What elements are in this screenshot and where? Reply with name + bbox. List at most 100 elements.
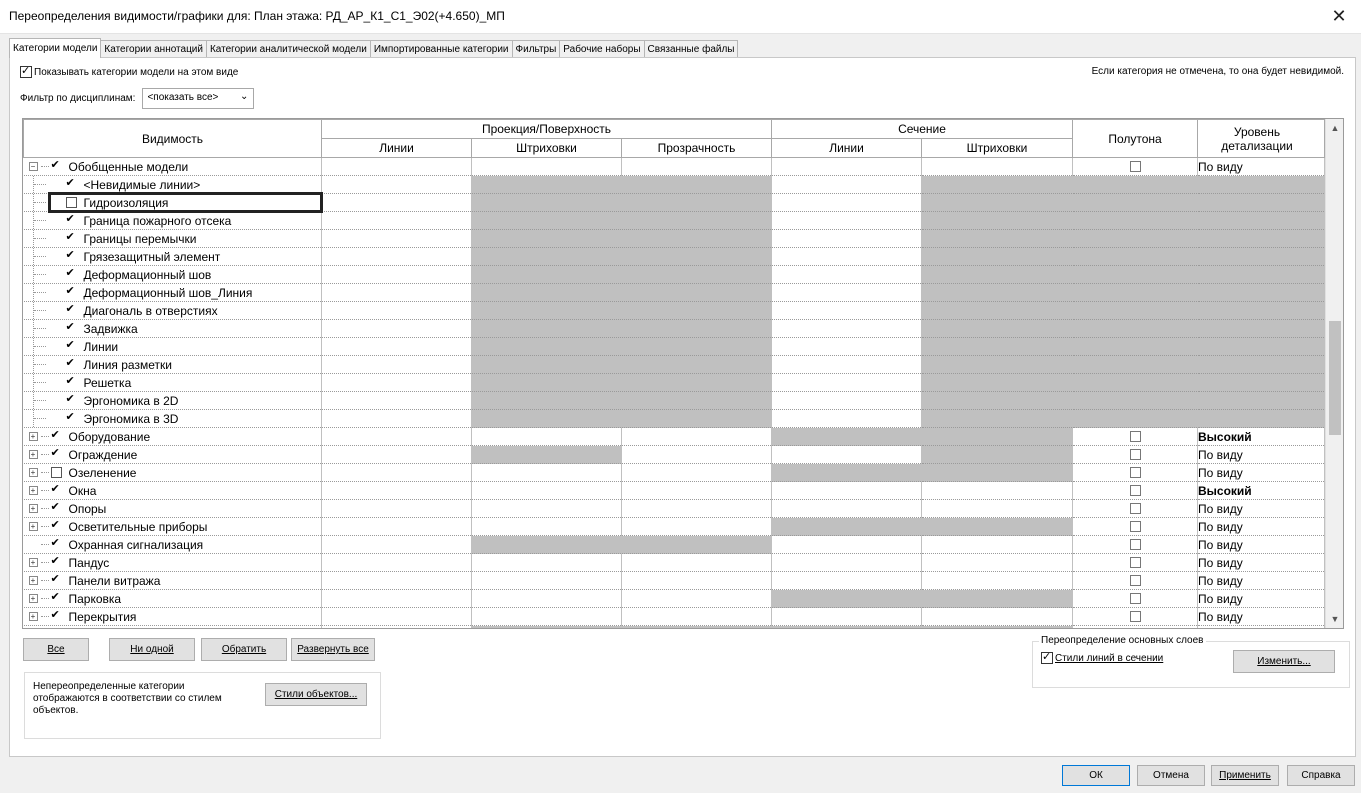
- detail-level-cell[interactable]: По виду: [1197, 157, 1325, 176]
- proj-lines-cell[interactable]: [321, 319, 472, 338]
- visibility-cell[interactable]: Эргономика в 2D: [23, 391, 322, 410]
- expand-toggle-icon[interactable]: +: [28, 612, 38, 621]
- tab-4[interactable]: Фильтры: [511, 40, 561, 58]
- tab-6[interactable]: Связанные файлы: [643, 40, 739, 58]
- sec-patterns-cell[interactable]: [921, 517, 1073, 536]
- halftone-cell[interactable]: [1072, 535, 1198, 554]
- visibility-checkbox[interactable]: [65, 356, 77, 370]
- visibility-checkbox[interactable]: [65, 176, 77, 190]
- visibility-cell[interactable]: Линии: [23, 337, 322, 356]
- halftone-checkbox[interactable]: [1129, 467, 1141, 478]
- expand-toggle-icon[interactable]: +: [28, 504, 38, 513]
- expand-all-button[interactable]: Развернуть все: [291, 638, 375, 661]
- sec-patterns-cell[interactable]: [921, 373, 1073, 392]
- proj-lines-cell[interactable]: [321, 571, 472, 590]
- visibility-cell[interactable]: + Окна: [23, 481, 322, 500]
- sec-patterns-cell[interactable]: [921, 499, 1073, 518]
- detail-level-cell[interactable]: По виду: [1197, 553, 1325, 572]
- proj-patterns-cell[interactable]: [471, 445, 622, 464]
- proj-transparency-cell[interactable]: [621, 409, 772, 428]
- proj-patterns-cell[interactable]: [471, 319, 622, 338]
- proj-patterns-cell[interactable]: [471, 553, 622, 572]
- tab-1[interactable]: Категории аннотаций: [100, 40, 207, 58]
- proj-transparency-cell[interactable]: [621, 355, 772, 374]
- sec-lines-cell[interactable]: [771, 283, 922, 302]
- sec-lines-cell[interactable]: [771, 535, 922, 554]
- table-row[interactable]: Грязезащитный элемент: [23, 247, 1325, 266]
- proj-patterns-cell[interactable]: [471, 517, 622, 536]
- proj-lines-cell[interactable]: [321, 481, 472, 500]
- sec-lines-cell[interactable]: [771, 463, 922, 482]
- proj-patterns-cell[interactable]: [471, 247, 622, 266]
- proj-transparency-cell[interactable]: [621, 157, 772, 176]
- proj-patterns-cell[interactable]: [471, 337, 622, 356]
- scroll-up-icon[interactable]: ▲: [1326, 120, 1343, 137]
- ok-button[interactable]: ОК: [1062, 765, 1130, 786]
- visibility-cell[interactable]: Линия разметки: [23, 355, 322, 374]
- edit-button[interactable]: Изменить...: [1233, 650, 1335, 673]
- table-row[interactable]: Граница пожарного отсека: [23, 211, 1325, 230]
- detail-level-cell[interactable]: [1197, 175, 1325, 194]
- proj-lines-cell[interactable]: [321, 211, 472, 230]
- tab-0[interactable]: Категории модели: [9, 38, 102, 58]
- visibility-cell[interactable]: + Осветительные приборы: [23, 517, 322, 536]
- visibility-cell[interactable]: + Ограждение: [23, 445, 322, 464]
- table-row[interactable]: Границы перемычки: [23, 229, 1325, 248]
- detail-level-cell[interactable]: Высокий: [1197, 481, 1325, 500]
- halftone-cell[interactable]: [1072, 607, 1198, 626]
- select-all-button[interactable]: Все: [23, 638, 89, 661]
- detail-level-cell[interactable]: [1197, 211, 1325, 230]
- detail-level-cell[interactable]: [1197, 337, 1325, 356]
- scroll-thumb[interactable]: [1329, 321, 1341, 435]
- halftone-cell[interactable]: [1072, 211, 1198, 230]
- detail-level-cell[interactable]: [1197, 319, 1325, 338]
- visibility-checkbox[interactable]: [65, 248, 77, 262]
- sec-lines-cell[interactable]: [771, 391, 922, 410]
- sec-patterns-cell[interactable]: [921, 571, 1073, 590]
- close-icon[interactable]: ✕: [1327, 4, 1351, 28]
- sec-patterns-cell[interactable]: [921, 301, 1073, 320]
- sec-patterns-cell[interactable]: [921, 319, 1073, 338]
- proj-transparency-cell[interactable]: [621, 427, 772, 446]
- proj-lines-cell[interactable]: [321, 589, 472, 608]
- proj-transparency-cell[interactable]: [621, 589, 772, 608]
- table-row[interactable]: + Парковка По виду: [23, 589, 1325, 608]
- halftone-checkbox[interactable]: [1129, 539, 1141, 550]
- visibility-checkbox[interactable]: [65, 392, 77, 406]
- visibility-checkbox[interactable]: [50, 428, 62, 442]
- sec-lines-cell[interactable]: [771, 175, 922, 194]
- sec-lines-cell[interactable]: [771, 499, 922, 518]
- sec-patterns-cell[interactable]: [921, 625, 1073, 628]
- visibility-checkbox[interactable]: [50, 554, 62, 568]
- halftone-cell[interactable]: [1072, 265, 1198, 284]
- visibility-cell[interactable]: + Панели витража: [23, 571, 322, 590]
- proj-patterns-cell[interactable]: [471, 355, 622, 374]
- detail-level-cell[interactable]: По виду: [1197, 517, 1325, 536]
- halftone-cell[interactable]: [1072, 625, 1198, 628]
- detail-level-cell[interactable]: По виду: [1197, 463, 1325, 482]
- halftone-cell[interactable]: [1072, 589, 1198, 608]
- table-row[interactable]: Диагональ в отверстиях: [23, 301, 1325, 320]
- sec-patterns-cell[interactable]: [921, 157, 1073, 176]
- halftone-cell[interactable]: [1072, 427, 1198, 446]
- halftone-checkbox[interactable]: [1129, 431, 1141, 442]
- proj-transparency-cell[interactable]: [621, 607, 772, 626]
- halftone-checkbox[interactable]: [1129, 449, 1141, 460]
- halftone-cell[interactable]: [1072, 247, 1198, 266]
- sec-lines-cell[interactable]: [771, 373, 922, 392]
- halftone-cell[interactable]: [1072, 175, 1198, 194]
- proj-lines-cell[interactable]: [321, 553, 472, 572]
- table-row[interactable]: + Окна Высокий: [23, 481, 1325, 500]
- visibility-cell[interactable]: + Опоры: [23, 499, 322, 518]
- visibility-checkbox[interactable]: [50, 446, 62, 460]
- halftone-checkbox[interactable]: [1129, 161, 1141, 172]
- sec-lines-cell[interactable]: [771, 553, 922, 572]
- halftone-cell[interactable]: [1072, 481, 1198, 500]
- object-styles-button[interactable]: Стили объектов...: [265, 683, 367, 706]
- halftone-checkbox[interactable]: [1129, 593, 1141, 604]
- sec-lines-cell[interactable]: [771, 625, 922, 628]
- halftone-checkbox[interactable]: [1129, 485, 1141, 496]
- discipline-select[interactable]: <показать все> ⌄: [142, 88, 255, 109]
- proj-patterns-cell[interactable]: [471, 391, 622, 410]
- sec-lines-cell[interactable]: [771, 481, 922, 500]
